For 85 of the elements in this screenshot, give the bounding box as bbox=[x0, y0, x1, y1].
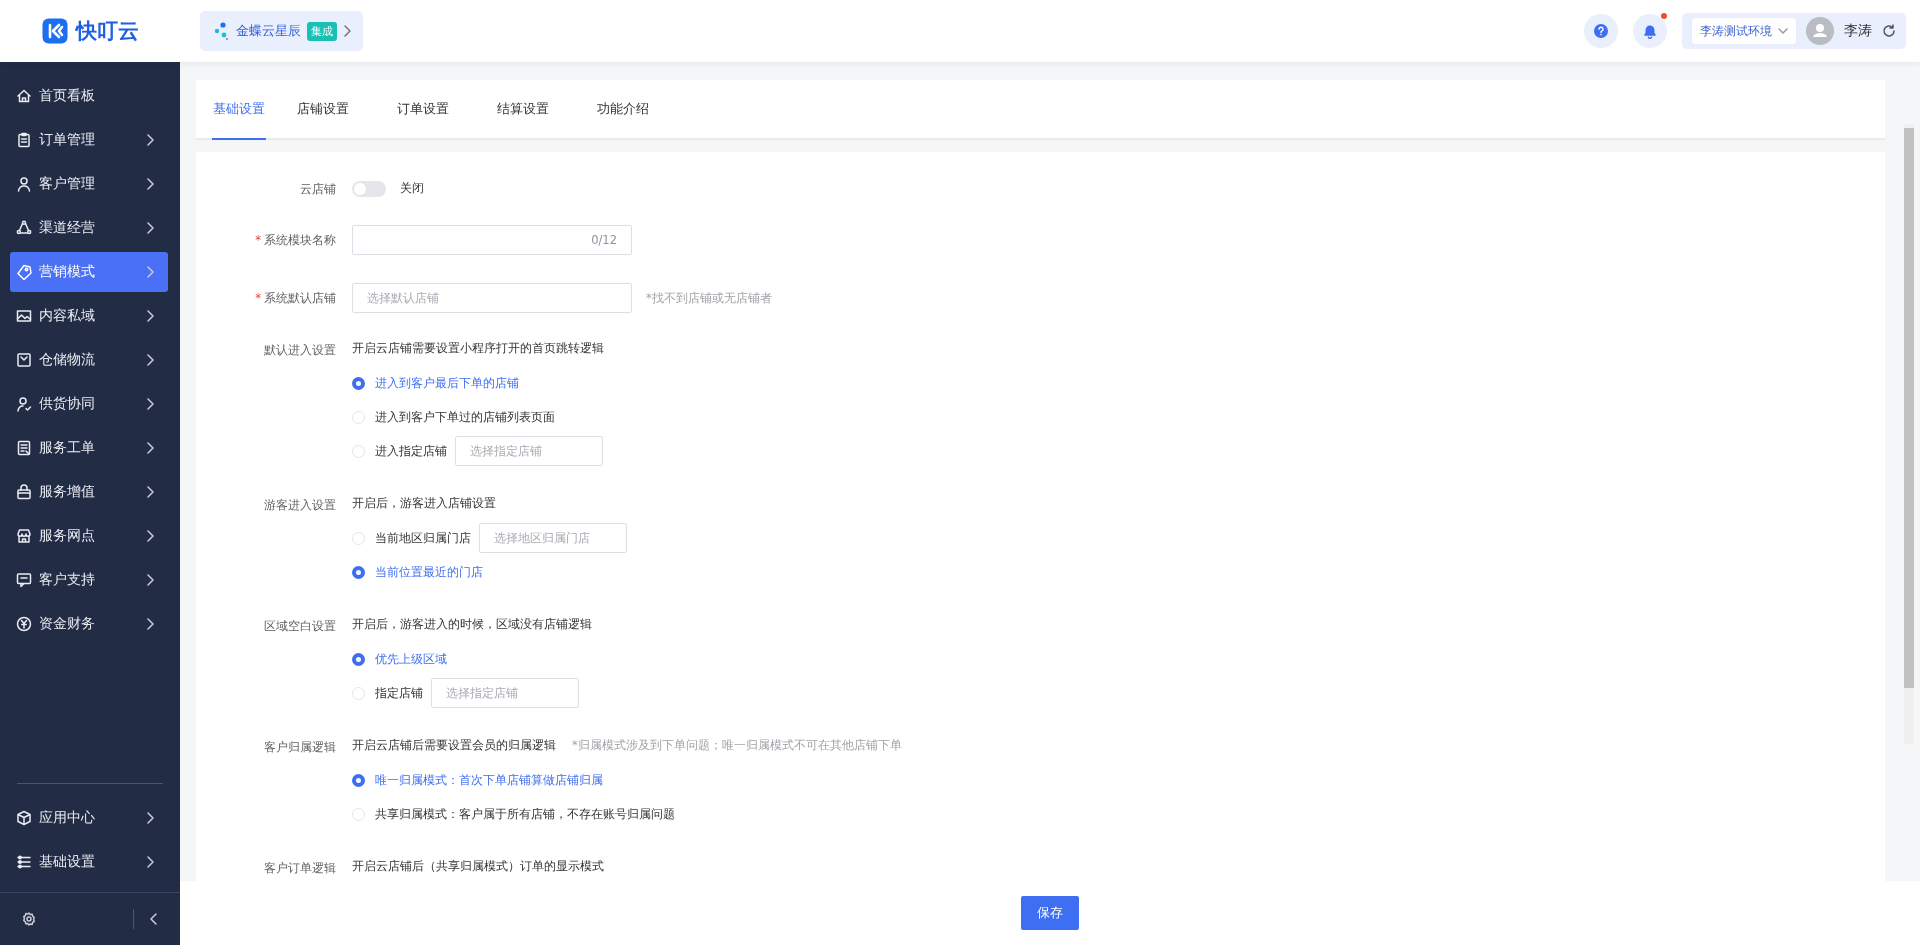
field-label: 系统模块名称 bbox=[264, 233, 336, 247]
refresh-icon bbox=[1882, 24, 1896, 38]
radio-option[interactable]: 指定店铺 bbox=[352, 685, 423, 701]
settings-button[interactable] bbox=[22, 912, 36, 926]
field-label: 区域空白设置 bbox=[264, 619, 336, 633]
document-icon bbox=[16, 440, 32, 456]
chevron-right-icon bbox=[343, 25, 351, 37]
store-icon bbox=[16, 528, 32, 544]
radio-option[interactable]: 优先上级区域 bbox=[352, 651, 447, 667]
radio-option[interactable]: 当前位置最近的门店 bbox=[352, 564, 483, 580]
picture-frame-icon bbox=[16, 308, 32, 324]
logo-icon bbox=[41, 18, 68, 44]
bell-icon bbox=[1643, 23, 1657, 39]
field-label: 云店铺 bbox=[300, 182, 336, 196]
person-check-icon bbox=[16, 396, 32, 412]
sidebar-item[interactable]: 订单管理 bbox=[10, 120, 168, 160]
inbox-icon bbox=[16, 352, 32, 368]
save-button[interactable]: 保存 bbox=[1021, 896, 1079, 930]
clipboard-icon bbox=[16, 132, 32, 148]
brand-name: 快叮云 bbox=[75, 18, 139, 45]
required-mark: * bbox=[255, 291, 261, 305]
radio-option[interactable]: 进入到客户下单过的店铺列表页面 bbox=[352, 409, 555, 425]
field-label: 系统默认店铺 bbox=[264, 291, 336, 305]
sidebar-item[interactable]: 渠道经营 bbox=[10, 208, 168, 248]
switch-state: 关闭 bbox=[400, 181, 424, 196]
tab[interactable]: 结算设置 bbox=[480, 80, 566, 140]
sidebar-item[interactable]: 首页看板 bbox=[10, 76, 168, 116]
integration-badge: 集成 bbox=[307, 21, 337, 41]
caret-icon bbox=[1778, 28, 1788, 34]
sidebar-item[interactable]: 服务增值 bbox=[10, 472, 168, 512]
description-text: 开启云店铺后（共享归属模式）订单的显示模式 bbox=[352, 859, 604, 874]
radio-option[interactable]: 当前地区归属门店 bbox=[352, 530, 471, 546]
sliders-icon bbox=[16, 854, 32, 870]
hint-text: *归属模式涉及到下单问题；唯一归属模式不可在其他店铺下单 bbox=[572, 738, 902, 753]
tab[interactable]: 店铺设置 bbox=[280, 80, 366, 140]
field-label: 默认进入设置 bbox=[264, 343, 336, 357]
hint-text: *找不到店铺或无店铺者 bbox=[646, 290, 772, 306]
description-text: 开启云店铺后需要设置会员的归属逻辑 bbox=[352, 738, 556, 753]
notification-button[interactable] bbox=[1633, 14, 1667, 48]
bag-icon bbox=[16, 484, 32, 500]
sidebar-item[interactable]: 仓储物流 bbox=[10, 340, 168, 380]
field-label: 客户订单逻辑 bbox=[264, 861, 336, 875]
chat-icon bbox=[16, 572, 32, 588]
integration-button[interactable]: 金蝶云星辰 集成 bbox=[200, 11, 363, 51]
dots-icon bbox=[214, 22, 230, 40]
radio-option[interactable]: 共享归属模式：客户属于所有店铺，不存在账号归属问题 bbox=[352, 806, 675, 822]
nodes-icon bbox=[16, 220, 32, 236]
description-text: 开启云店铺需要设置小程序打开的首页跳转逻辑 bbox=[352, 341, 604, 356]
radio-option[interactable]: 进入指定店铺 bbox=[352, 443, 447, 459]
field-label: 客户归属逻辑 bbox=[264, 740, 336, 754]
help-icon bbox=[1594, 24, 1608, 38]
avatar-icon bbox=[1806, 17, 1834, 45]
description-text: 开启后，游客进入的时候，区域没有店铺逻辑 bbox=[352, 617, 592, 632]
tab[interactable]: 功能介绍 bbox=[580, 80, 666, 140]
sidebar-item[interactable]: 内容私域 bbox=[10, 296, 168, 336]
sidebar-item[interactable]: 应用中心 bbox=[10, 798, 168, 838]
chevron-left-icon bbox=[150, 913, 158, 925]
sidebar-item[interactable]: 客户支持 bbox=[10, 560, 168, 600]
collapse-button[interactable] bbox=[150, 913, 158, 925]
settings-icon bbox=[22, 912, 36, 926]
integration-label: 金蝶云星辰 bbox=[236, 22, 301, 40]
sidebar-item[interactable]: 服务网点 bbox=[10, 516, 168, 556]
tab[interactable]: 基础设置 bbox=[212, 80, 266, 140]
scrollbar[interactable] bbox=[1904, 124, 1914, 744]
sidebar-item[interactable]: 资金财务 bbox=[10, 604, 168, 644]
user-name: 李涛 bbox=[1844, 22, 1872, 40]
sidebar-item[interactable]: 基础设置 bbox=[10, 842, 168, 882]
home-icon bbox=[16, 88, 32, 104]
field-label: 游客进入设置 bbox=[264, 498, 336, 512]
person-icon bbox=[16, 176, 32, 192]
tab[interactable]: 订单设置 bbox=[380, 80, 466, 140]
required-mark: * bbox=[255, 233, 261, 247]
toggle-switch[interactable] bbox=[352, 180, 386, 197]
coin-icon bbox=[16, 616, 32, 632]
radio-option[interactable]: 唯一归属模式：首次下单店铺算做店铺归属 bbox=[352, 772, 603, 788]
sidebar-item[interactable]: 客户管理 bbox=[10, 164, 168, 204]
help-button[interactable] bbox=[1584, 14, 1618, 48]
environment-dropdown[interactable]: 李涛测试环境 bbox=[1692, 18, 1796, 44]
sidebar-item[interactable]: 服务工单 bbox=[10, 428, 168, 468]
description-text: 开启后，游客进入店铺设置 bbox=[352, 496, 496, 511]
sidebar-item[interactable]: 供货协同 bbox=[10, 384, 168, 424]
tag-icon bbox=[16, 264, 32, 280]
cube-icon bbox=[16, 810, 32, 826]
radio-option[interactable]: 进入到客户最后下单的店铺 bbox=[352, 375, 519, 391]
sidebar-item[interactable]: 营销模式 bbox=[10, 252, 168, 292]
